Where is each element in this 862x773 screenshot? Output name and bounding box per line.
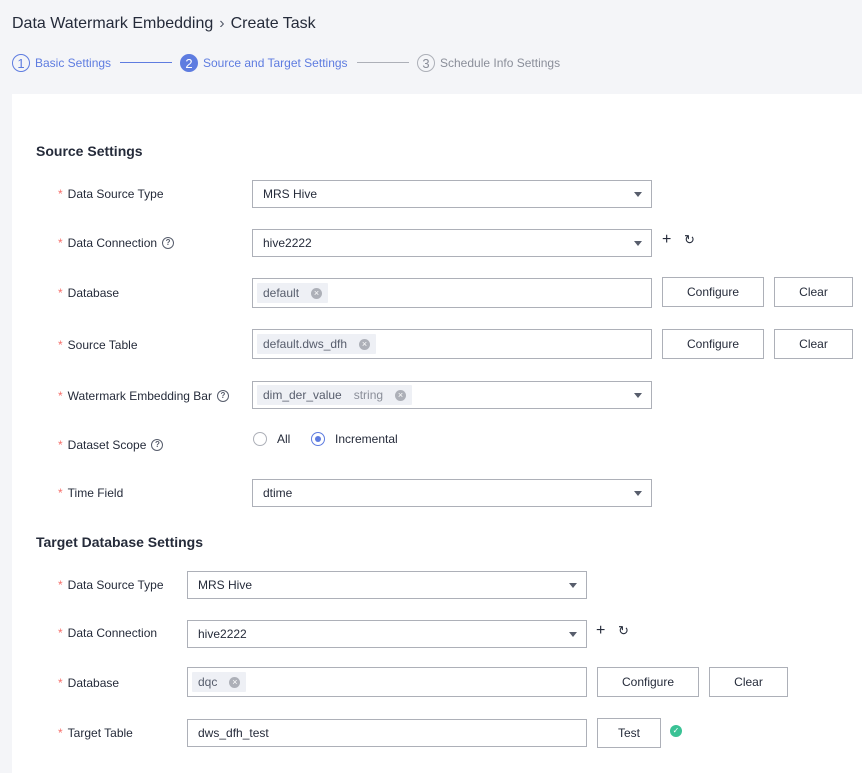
radio-circle [311,432,325,446]
chevron-right-icon: › [219,15,225,32]
step-label: Source and Target Settings [203,56,348,70]
target-database-label: * Database [58,676,120,690]
remove-tag-icon[interactable]: × [359,338,371,350]
target-table-input[interactable]: dws_dfh_test [187,719,587,747]
plus-icon[interactable]: + [596,623,605,639]
help-icon[interactable]: ? [162,237,175,249]
required-asterisk-icon: * [58,338,63,352]
source-database-field[interactable]: default × [252,278,652,308]
remove-tag-icon[interactable]: × [311,287,323,299]
target-database-settings-title: Target Database Settings [36,534,204,550]
required-asterisk-icon: * [58,676,63,690]
page-header: Data Watermark Embedding › Create Task 1 B… [0,0,862,94]
target-data-source-type-select[interactable]: MRS Hive [187,571,587,599]
target-database-clear-button[interactable]: Clear [709,667,788,697]
dataset-scope-label: * Dataset Scope? [58,437,164,453]
caret-down-icon [634,241,642,246]
source-data-source-type-select[interactable]: MRS Hive [252,180,652,208]
required-asterisk-icon: * [58,389,63,403]
target-data-source-type-label: * Data Source Type [58,578,164,592]
required-asterisk-icon: * [58,626,63,640]
step-number: 2 [180,54,198,72]
data-connection-label: * Data Connection? [58,235,175,251]
refresh-icon[interactable]: ↻ [618,624,629,638]
database-label: * Database [58,286,120,300]
step-source-target-settings[interactable]: 2 Source and Target Settings [180,52,348,74]
data-source-type-label: * Data Source Type [58,187,164,201]
required-asterisk-icon: * [58,726,63,740]
required-asterisk-icon: * [58,187,63,201]
target-database-configure-button[interactable]: Configure [597,667,699,697]
source-database-clear-button[interactable]: Clear [774,277,853,307]
breadcrumb: Data Watermark Embedding › Create Task [12,15,316,33]
remove-tag-icon[interactable]: × [395,389,407,401]
caret-down-icon [569,583,577,588]
remove-tag-icon[interactable]: × [229,676,241,688]
required-asterisk-icon: * [58,438,63,452]
source-table-configure-button[interactable]: Configure [662,329,764,359]
breadcrumb-current: Create Task [230,15,316,32]
source-database-configure-button[interactable]: Configure [662,277,764,307]
select-value: MRS Hive [198,578,253,592]
time-field-label: * Time Field [58,486,124,500]
selected-tag: default.dws_dfh × [257,334,377,354]
step-basic-settings[interactable]: 1 Basic Settings [12,52,111,74]
radio-circle [253,432,267,446]
step-connector [120,62,172,63]
target-data-connection-select[interactable]: hive2222 [187,620,587,648]
watermark-embedding-bar-label: * Watermark Embedding Bar? [58,388,229,404]
required-asterisk-icon: * [58,578,63,592]
help-icon[interactable]: ? [151,439,164,451]
input-value: dws_dfh_test [198,726,269,740]
step-label: Schedule Info Settings [440,56,561,70]
dataset-scope-all-radio[interactable]: All [253,432,290,446]
help-icon[interactable]: ? [216,390,229,402]
step-label: Basic Settings [35,56,112,70]
select-value: MRS Hive [263,187,318,201]
time-field-select[interactable]: dtime [252,479,652,507]
caret-down-icon [634,393,642,398]
selected-tag: dim_der_value string × [257,385,413,405]
source-table-label: * Source Table [58,338,138,352]
refresh-icon[interactable]: ↻ [684,233,695,247]
success-check-icon: ✓ [670,725,682,737]
target-table-label: * Target Table [58,726,133,740]
source-table-field[interactable]: default.dws_dfh × [252,329,652,359]
target-database-field[interactable]: dqc × [187,667,587,697]
required-asterisk-icon: * [58,236,63,250]
target-data-connection-label: * Data Connection [58,626,158,640]
required-asterisk-icon: * [58,486,63,500]
breadcrumb-parent[interactable]: Data Watermark Embedding [12,15,213,32]
caret-down-icon [634,491,642,496]
plus-icon[interactable]: + [662,232,671,248]
step-connector [357,62,409,63]
watermark-embedding-bar-select[interactable]: dim_der_value string × [252,381,652,409]
caret-down-icon [569,632,577,637]
source-table-clear-button[interactable]: Clear [774,329,853,359]
select-value: hive2222 [263,236,312,250]
select-value: dtime [263,486,293,500]
source-data-connection-select[interactable]: hive2222 [252,229,652,257]
step-number: 3 [417,54,435,72]
step-schedule-info-settings[interactable]: 3 Schedule Info Settings [417,52,560,74]
dataset-scope-incremental-radio[interactable]: Incremental [311,432,398,446]
selected-tag: default × [257,283,329,303]
step-number: 1 [12,54,30,72]
select-value: hive2222 [198,627,247,641]
selected-tag: dqc × [192,672,247,692]
source-settings-title: Source Settings [36,143,143,159]
target-table-test-button[interactable]: Test [597,718,661,748]
required-asterisk-icon: * [58,286,63,300]
caret-down-icon [634,192,642,197]
